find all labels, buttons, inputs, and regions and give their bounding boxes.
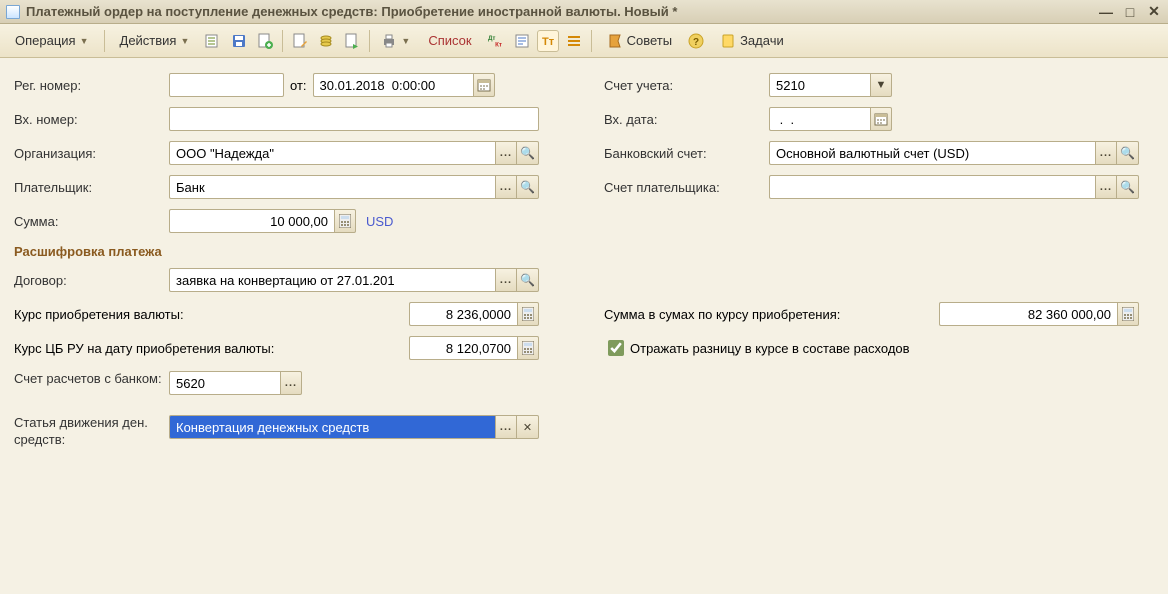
search-icon[interactable]: 🔍 xyxy=(517,268,539,292)
chevron-down-icon: ▼ xyxy=(80,36,89,46)
clear-icon[interactable]: ✕ xyxy=(517,415,539,439)
reg-number-input[interactable] xyxy=(169,73,284,97)
separator xyxy=(591,30,592,52)
actions-menu[interactable]: Действия ▼ xyxy=(111,28,199,54)
organization-label: Организация: xyxy=(14,146,169,161)
settlement-account-input[interactable] xyxy=(169,371,280,395)
search-icon[interactable]: 🔍 xyxy=(1117,175,1139,199)
coins-icon[interactable] xyxy=(315,30,337,52)
contract-label: Договор: xyxy=(14,273,169,288)
sum-in-sums-label: Сумма в сумах по курсу приобретения: xyxy=(604,307,939,322)
advice-button[interactable]: Советы xyxy=(598,28,681,54)
buy-rate-label: Курс приобретения валюты: xyxy=(14,307,409,322)
calendar-icon[interactable] xyxy=(473,73,495,97)
save-icon[interactable] xyxy=(228,30,250,52)
operation-label: Операция xyxy=(15,33,76,48)
reflect-diff-label: Отражать разницу в курсе в составе расхо… xyxy=(630,341,910,356)
form-icon[interactable] xyxy=(511,30,533,52)
chevron-down-icon: ▼ xyxy=(180,36,189,46)
select-button[interactable] xyxy=(1095,175,1117,199)
svg-text:Тт: Тт xyxy=(542,36,555,48)
tasks-label: Задачи xyxy=(740,33,784,48)
select-button[interactable] xyxy=(495,268,517,292)
organization-input[interactable] xyxy=(169,141,495,165)
account-label: Счет учета: xyxy=(604,78,769,93)
calculator-icon[interactable] xyxy=(1117,302,1139,326)
calculator-icon[interactable] xyxy=(517,302,539,326)
select-button[interactable] xyxy=(1095,141,1117,165)
titlebar: Платежный ордер на поступление денежных … xyxy=(0,0,1168,24)
section-title: Расшифровка платежа xyxy=(14,244,1154,259)
calculator-icon[interactable] xyxy=(517,336,539,360)
bank-account-label: Банковский счет: xyxy=(604,146,769,161)
cashflow-item-label: Статья движения ден. средств: xyxy=(14,415,169,449)
select-button[interactable] xyxy=(495,175,517,199)
reg-number-label: Рег. номер: xyxy=(14,78,169,93)
calendar-icon[interactable] xyxy=(870,107,892,131)
list-link[interactable]: Список xyxy=(419,28,480,54)
svg-text:?: ? xyxy=(693,37,699,48)
print-menu[interactable]: ▼ xyxy=(376,28,415,54)
select-button[interactable] xyxy=(495,415,517,439)
document-pencil-icon[interactable] xyxy=(289,30,311,52)
in-date-label: Вх. дата: xyxy=(604,112,769,127)
payer-input[interactable] xyxy=(169,175,495,199)
in-date-input[interactable] xyxy=(769,107,870,131)
window-icon xyxy=(6,5,20,19)
toolbar: Операция ▼ Действия ▼ ▼ xyxy=(0,24,1168,58)
operation-menu[interactable]: Операция ▼ xyxy=(6,28,98,54)
calculator-icon[interactable] xyxy=(334,209,356,233)
sum-in-sums-input[interactable] xyxy=(939,302,1117,326)
tasks-button[interactable]: Задачи xyxy=(711,28,793,54)
add-document-icon[interactable] xyxy=(254,30,276,52)
tt-icon[interactable]: Тт xyxy=(537,30,559,52)
dtkt-icon[interactable]: ДтКт xyxy=(485,30,507,52)
cb-rate-input[interactable] xyxy=(409,336,517,360)
contract-input[interactable] xyxy=(169,268,495,292)
separator xyxy=(369,30,370,52)
window-title: Платежный ордер на поступление денежных … xyxy=(26,4,1090,19)
advice-label: Советы xyxy=(627,33,672,48)
settlement-account-label: Счет расчетов с банком: xyxy=(14,371,169,388)
separator xyxy=(282,30,283,52)
separator xyxy=(104,30,105,52)
buy-rate-input[interactable] xyxy=(409,302,517,326)
select-button[interactable] xyxy=(495,141,517,165)
bank-account-input[interactable] xyxy=(769,141,1095,165)
in-number-label: Вх. номер: xyxy=(14,112,169,127)
close-button[interactable]: ✕ xyxy=(1146,4,1162,20)
document-play-icon[interactable] xyxy=(341,30,363,52)
svg-text:Кт: Кт xyxy=(495,41,502,48)
dropdown-icon[interactable]: ▼ xyxy=(870,73,892,97)
maximize-button[interactable]: □ xyxy=(1122,4,1138,20)
amount-input[interactable] xyxy=(169,209,334,233)
payer-account-input[interactable] xyxy=(769,175,1095,199)
search-icon[interactable]: 🔍 xyxy=(517,141,539,165)
minimize-button[interactable]: — xyxy=(1098,4,1114,20)
cashflow-item-input[interactable] xyxy=(169,415,495,439)
select-button[interactable] xyxy=(280,371,302,395)
in-number-input[interactable] xyxy=(169,107,539,131)
payer-label: Плательщик: xyxy=(14,180,169,195)
chevron-down-icon: ▼ xyxy=(401,36,410,46)
help-icon[interactable]: ? xyxy=(685,30,707,52)
currency-label: USD xyxy=(366,214,393,229)
cb-rate-label: Курс ЦБ РУ на дату приобретения валюты: xyxy=(14,341,409,356)
list-label: Список xyxy=(428,33,471,48)
actions-label: Действия xyxy=(120,33,177,48)
post-icon[interactable] xyxy=(202,30,224,52)
from-label: от: xyxy=(290,78,307,93)
payer-account-label: Счет плательщика: xyxy=(604,180,769,195)
search-icon[interactable]: 🔍 xyxy=(1117,141,1139,165)
amount-label: Сумма: xyxy=(14,214,169,229)
lines-icon[interactable] xyxy=(563,30,585,52)
search-icon[interactable]: 🔍 xyxy=(517,175,539,199)
reflect-diff-checkbox[interactable] xyxy=(608,340,624,356)
date-input[interactable] xyxy=(313,73,473,97)
account-input[interactable] xyxy=(769,73,870,97)
